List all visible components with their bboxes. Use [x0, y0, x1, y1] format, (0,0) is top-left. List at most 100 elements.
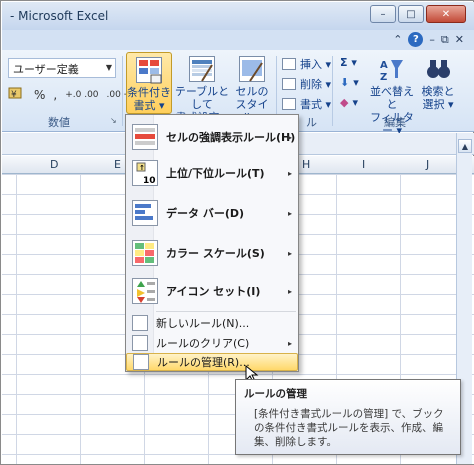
conditional-format-label-2: 書式 ▾ [133, 99, 165, 112]
workbook-restore-icon[interactable]: ⧉ [441, 33, 449, 47]
menu-separator [156, 311, 296, 312]
submenu-arrow-icon: ▸ [287, 248, 292, 258]
sort-filter-button[interactable]: AZ 並べ替えと フィルター ▾ [366, 52, 418, 137]
svg-text:A: A [380, 60, 388, 71]
clear-rules-icon [132, 335, 148, 351]
format-cells-button[interactable]: 書式 ▾ [282, 96, 331, 112]
eraser-icon: ◆ [340, 96, 349, 109]
group-divider [122, 56, 123, 126]
dialog-launcher-icon[interactable]: ↘ [110, 116, 117, 125]
svg-text:Z: Z [380, 72, 387, 82]
column-header[interactable]: J [426, 158, 429, 171]
find-select-label-2: 選択 ▾ [422, 98, 454, 111]
delete-icon [282, 78, 296, 90]
group-cells-label: ル [306, 116, 317, 129]
workbook-close-icon[interactable]: ✕ [455, 33, 464, 46]
menu-item-label: ルールの管理(R)... [157, 356, 250, 369]
find-select-button[interactable]: 検索と 選択 ▾ [418, 52, 458, 114]
highlight-cells-icon [132, 124, 158, 150]
increase-decimal-button[interactable]: +.0 .00 [65, 90, 98, 100]
autosum-button[interactable]: Σ ▾ [340, 56, 357, 69]
maximize-button[interactable]: □ [398, 5, 424, 23]
format-as-table-button[interactable]: テーブルとして 書式設定 ▾ [172, 52, 232, 124]
column-header[interactable]: E [114, 158, 121, 171]
number-format-select[interactable]: ユーザー定義 ▼ [8, 58, 116, 78]
menu-item-new-rule[interactable]: 新しいルール(N)... [126, 314, 298, 332]
menu-item-label: データ バー(D) [166, 207, 245, 220]
menu-item-top-bottom-rules[interactable]: ↑ 10 上位/下位ルール(T) ▸ [126, 155, 298, 191]
cell-styles-label-1: セルの [235, 85, 269, 98]
window-title: - Microsoft Excel [10, 9, 109, 23]
submenu-arrow-icon: ▸ [287, 338, 292, 348]
sort-filter-icon: AZ [379, 56, 405, 83]
tooltip-title: ルールの管理 [244, 388, 307, 400]
fill-arrow: ▾ [353, 76, 359, 89]
data-bars-icon [132, 200, 158, 226]
menu-item-label: セルの強調表示ルール(H) [166, 131, 296, 144]
fill-icon: ⬇ [340, 76, 350, 89]
number-format-buttons: ¥ % , +.0 .00 .00 →.0 [8, 86, 140, 103]
menu-item-color-scales[interactable]: カラー スケール(S) ▸ [126, 235, 298, 271]
collapse-ribbon-icon[interactable]: ⌃ [393, 33, 402, 46]
clear-arrow: ▾ [352, 96, 358, 109]
menu-item-label: 新しいルール(N)... [156, 317, 250, 330]
submenu-arrow-icon: ▸ [287, 168, 292, 178]
accounting-format-icon[interactable]: ¥ [8, 86, 26, 103]
tooltip: ルールの管理 [条件付き書式ルールの管理] で、ブックの条件付き書式ルールを表示… [235, 379, 461, 455]
manage-rules-icon [133, 354, 149, 370]
fill-button[interactable]: ⬇ ▾ [340, 76, 359, 89]
workbook-minimize-icon[interactable]: – [429, 33, 435, 46]
menu-item-label: ルールのクリア(C) [156, 337, 250, 350]
new-rule-icon [132, 315, 148, 331]
menu-item-highlight-rules[interactable]: セルの強調表示ルール(H) ▸ [126, 119, 298, 155]
format-as-table-label-1: テーブルとして [174, 85, 230, 111]
tooltip-body: [条件付き書式ルールの管理] で、ブックの条件付き書式ルールを表示、作成、編集、… [254, 408, 444, 448]
menu-item-clear-rules[interactable]: ルールのクリア(C) ▸ [126, 334, 298, 352]
title-bar: - Microsoft Excel – □ ✕ [2, 2, 474, 30]
menu-item-manage-rules[interactable]: ルールの管理(R)... [126, 353, 298, 371]
submenu-arrow-icon: ▸ [287, 208, 292, 218]
excel-window: - Microsoft Excel – □ ✕ ⌃ ? – ⧉ ✕ ユーザー定義… [0, 0, 474, 465]
menu-item-data-bars[interactable]: データ バー(D) ▸ [126, 195, 298, 231]
scroll-up-icon[interactable]: ▲ [458, 139, 472, 153]
delete-cells-button[interactable]: 削除 ▾ [282, 76, 331, 92]
insert-cells-button[interactable]: 挿入 ▾ [282, 56, 331, 72]
number-format-value: ユーザー定義 [13, 63, 79, 76]
submenu-arrow-icon: ▸ [287, 286, 292, 296]
conditional-format-label-1: 条件付き [127, 86, 171, 99]
icon-sets-icon [132, 278, 158, 304]
column-header[interactable]: D [50, 158, 58, 171]
insert-label: 挿入 ▾ [300, 58, 332, 71]
close-button[interactable]: ✕ [426, 5, 466, 23]
comma-button[interactable]: , [53, 88, 57, 102]
table-format-icon [189, 56, 215, 82]
delete-label: 削除 ▾ [300, 78, 332, 91]
clear-button[interactable]: ◆ ▾ [340, 96, 358, 109]
menu-item-label: カラー スケール(S) [166, 247, 265, 260]
chevron-down-icon: ▼ [105, 63, 112, 72]
insert-icon [282, 58, 296, 70]
help-icon[interactable]: ? [408, 32, 424, 47]
minimize-button[interactable]: – [370, 5, 396, 23]
svg-text:10: 10 [143, 176, 156, 185]
group-number-label: 数値 [48, 116, 70, 129]
cell-styles-button[interactable]: セルの スタイル ▾ [232, 52, 272, 124]
find-select-label-1: 検索と [421, 85, 455, 98]
conditional-format-button[interactable]: 条件付き 書式 ▾ [126, 52, 172, 114]
svg-text:¥: ¥ [11, 90, 17, 100]
binoculars-icon [425, 56, 451, 82]
svg-text:↑: ↑ [139, 164, 145, 172]
menu-item-label: 上位/下位ルール(T) [166, 167, 265, 180]
menu-item-icon-sets[interactable]: アイコン セット(I) ▸ [126, 273, 298, 309]
cell-styles-icon [239, 56, 265, 82]
window-controls: – □ ✕ [368, 5, 466, 23]
conditional-format-menu: セルの強調表示ルール(H) ▸ ↑ 10 上位/下位ルール(T) ▸ データ バー… [125, 114, 299, 372]
submenu-arrow-icon: ▸ [287, 132, 292, 142]
top-bottom-icon: ↑ 10 [132, 160, 158, 186]
percent-button[interactable]: % [34, 88, 45, 102]
workbook-controls: ⌃ ? – ⧉ ✕ [393, 32, 464, 47]
conditional-format-icon [136, 57, 162, 84]
column-header[interactable]: H [302, 158, 310, 171]
column-header[interactable]: I [362, 158, 365, 171]
group-divider [332, 56, 333, 126]
